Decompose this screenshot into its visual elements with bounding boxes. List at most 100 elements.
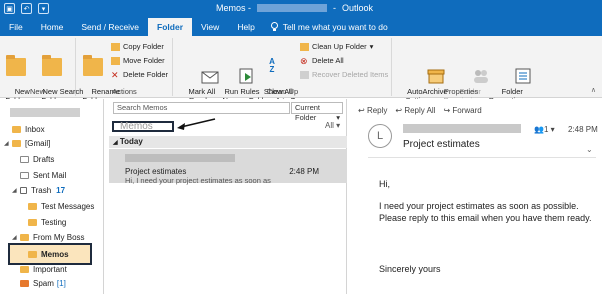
avatar[interactable]: L bbox=[368, 124, 392, 148]
folder-spam[interactable]: Spam [1] bbox=[0, 277, 104, 289]
tab-view[interactable]: View bbox=[192, 18, 228, 36]
clean-up-icon bbox=[300, 42, 309, 51]
group-header-label: Today bbox=[119, 137, 143, 146]
sort-az-icon: AZ bbox=[269, 57, 275, 74]
copy-folder-label: Copy Folder bbox=[123, 42, 164, 51]
delete-all-icon: ⊗ bbox=[300, 55, 308, 66]
tab-send-receive[interactable]: Send / Receive bbox=[72, 18, 148, 36]
move-folder-icon bbox=[111, 56, 120, 65]
folder-label: Drafts bbox=[33, 154, 55, 164]
caret-down-icon[interactable]: ◢ bbox=[12, 234, 20, 241]
tab-file[interactable]: File bbox=[0, 18, 32, 36]
window-title-folder: Memos - bbox=[216, 3, 252, 13]
save-icon[interactable]: ▣ bbox=[4, 3, 15, 14]
folder-icon bbox=[12, 139, 21, 147]
unread-count: [1] bbox=[56, 278, 66, 288]
unread-count: 17 bbox=[56, 185, 66, 195]
folder-label: Test Messages bbox=[41, 201, 95, 211]
delete-all-button[interactable]: ⊗ Delete All bbox=[300, 56, 344, 65]
search-scope-dropdown[interactable]: Current Folder ▾ bbox=[291, 102, 343, 122]
reading-time: 2:48 PM bbox=[568, 125, 598, 134]
folder-important[interactable]: Important bbox=[0, 263, 104, 275]
caret-down-icon[interactable]: ◢ bbox=[4, 140, 12, 147]
people-count: 1 bbox=[543, 125, 549, 134]
people-icon bbox=[454, 58, 488, 83]
delete-folder-label: Delete Folder bbox=[123, 70, 169, 79]
group-actions: Rename Folder Copy Folder Move Folder ✕ … bbox=[77, 38, 173, 105]
tab-folder[interactable]: Folder bbox=[148, 18, 193, 36]
copy-folder-icon bbox=[111, 42, 120, 51]
customize-qat-icon[interactable]: ▾ bbox=[38, 3, 49, 14]
folder-label: From My Boss bbox=[33, 232, 85, 242]
tab-home[interactable]: Home bbox=[32, 18, 73, 36]
chevron-down-icon: ▾ bbox=[369, 42, 374, 51]
body-closing: Sincerely yours bbox=[379, 264, 441, 274]
reading-pane: ↩ Reply ↩ Reply All ↪ Forward L Project … bbox=[348, 99, 602, 294]
folder-sent-mail[interactable]: Sent Mail bbox=[0, 169, 104, 181]
forward-label: Forward bbox=[452, 106, 482, 115]
group-cleanup: Mark All as Read Run Rules Now AZ Show A… bbox=[174, 38, 392, 105]
folder-inbox[interactable]: Inbox bbox=[0, 123, 104, 135]
properties-icon bbox=[496, 58, 531, 84]
body-greeting: Hi, bbox=[379, 179, 390, 189]
folder-from-my-boss[interactable]: ◢ From My Boss bbox=[0, 231, 104, 243]
folder-trash[interactable]: ◢ Trash 17 bbox=[0, 184, 104, 196]
reply-button[interactable]: ↩ Reply bbox=[358, 106, 387, 115]
archive-icon bbox=[409, 58, 445, 84]
new-folder-icon bbox=[6, 55, 26, 76]
filter-all-dropdown[interactable]: All ▾ bbox=[325, 121, 340, 130]
reading-actions: ↩ Reply ↩ Reply All ↪ Forward bbox=[358, 106, 482, 115]
folder-drafts[interactable]: Drafts bbox=[0, 153, 104, 165]
filter-label: All bbox=[325, 121, 334, 130]
recover-icon bbox=[300, 70, 309, 79]
folder-label: Important bbox=[33, 264, 67, 274]
clean-up-folder-label: Clean Up Folder bbox=[312, 42, 367, 51]
people-button[interactable]: 👥1 ▾ bbox=[534, 125, 555, 134]
envelope-open-icon bbox=[183, 58, 219, 84]
clean-up-folder-button[interactable]: Clean Up Folder ▾ bbox=[300, 42, 373, 51]
tab-help[interactable]: Help bbox=[228, 18, 263, 36]
window-title: Memos - - Outlook bbox=[216, 3, 373, 13]
search-folder-icon bbox=[42, 55, 62, 76]
annotation-arrow-icon bbox=[177, 118, 216, 130]
folder-name-heading: Memos bbox=[112, 121, 174, 132]
group-header-today[interactable]: ◢ Today bbox=[109, 136, 347, 148]
folder-icon bbox=[28, 250, 37, 258]
folder-test-messages[interactable]: Test Messages bbox=[0, 200, 104, 212]
delete-folder-button[interactable]: ✕ Delete Folder bbox=[111, 70, 168, 79]
folder-icon bbox=[28, 202, 37, 210]
folder-testing[interactable]: Testing bbox=[0, 216, 104, 228]
folder-icon bbox=[28, 218, 37, 226]
forward-button[interactable]: ↪ Forward bbox=[443, 106, 481, 115]
header-divider bbox=[368, 157, 596, 158]
account-redacted bbox=[257, 4, 328, 12]
folder-icon bbox=[12, 125, 21, 133]
folder-icon bbox=[20, 265, 29, 273]
sent-icon bbox=[20, 171, 29, 179]
copy-folder-button[interactable]: Copy Folder bbox=[111, 42, 164, 51]
search-input[interactable]: Search Memos bbox=[113, 102, 290, 114]
reply-label: Reply bbox=[366, 106, 388, 115]
undo-icon[interactable]: ↶ bbox=[21, 3, 32, 14]
body-text: I need your project estimates as soon as… bbox=[379, 201, 592, 223]
caret-down-icon[interactable]: ◢ bbox=[12, 187, 20, 194]
group-cleanup-label: Clean Up bbox=[266, 87, 299, 96]
window-title-separator: - bbox=[333, 3, 337, 13]
message-preview: Hi, I need your project estimates as soo… bbox=[125, 176, 271, 185]
folder-gmail[interactable]: ◢ [Gmail] bbox=[0, 137, 104, 149]
trash-icon bbox=[20, 186, 27, 194]
tell-me-box[interactable]: Tell me what you want to do bbox=[264, 22, 388, 32]
folder-label: Testing bbox=[41, 217, 67, 227]
folder-label: Spam bbox=[33, 278, 54, 288]
tell-me-text: Tell me what you want to do bbox=[282, 22, 388, 32]
recover-deleted-button[interactable]: Recover Deleted Items bbox=[300, 70, 388, 79]
folder-memos[interactable]: Memos bbox=[0, 248, 104, 260]
title-bar: ▣ ↶ ▾ Memos - - Outlook bbox=[0, 0, 602, 18]
message-item[interactable]: Project estimates 2:48 PM Hi, I need you… bbox=[109, 149, 347, 185]
reply-all-label: Reply All bbox=[404, 106, 436, 115]
reply-all-button[interactable]: ↩ Reply All bbox=[395, 106, 435, 115]
sender-redacted bbox=[125, 154, 235, 162]
expand-chevron-icon[interactable]: ⌄ bbox=[586, 145, 593, 154]
collapse-ribbon-icon[interactable]: ∧ bbox=[591, 86, 596, 94]
move-folder-button[interactable]: Move Folder bbox=[111, 56, 165, 65]
